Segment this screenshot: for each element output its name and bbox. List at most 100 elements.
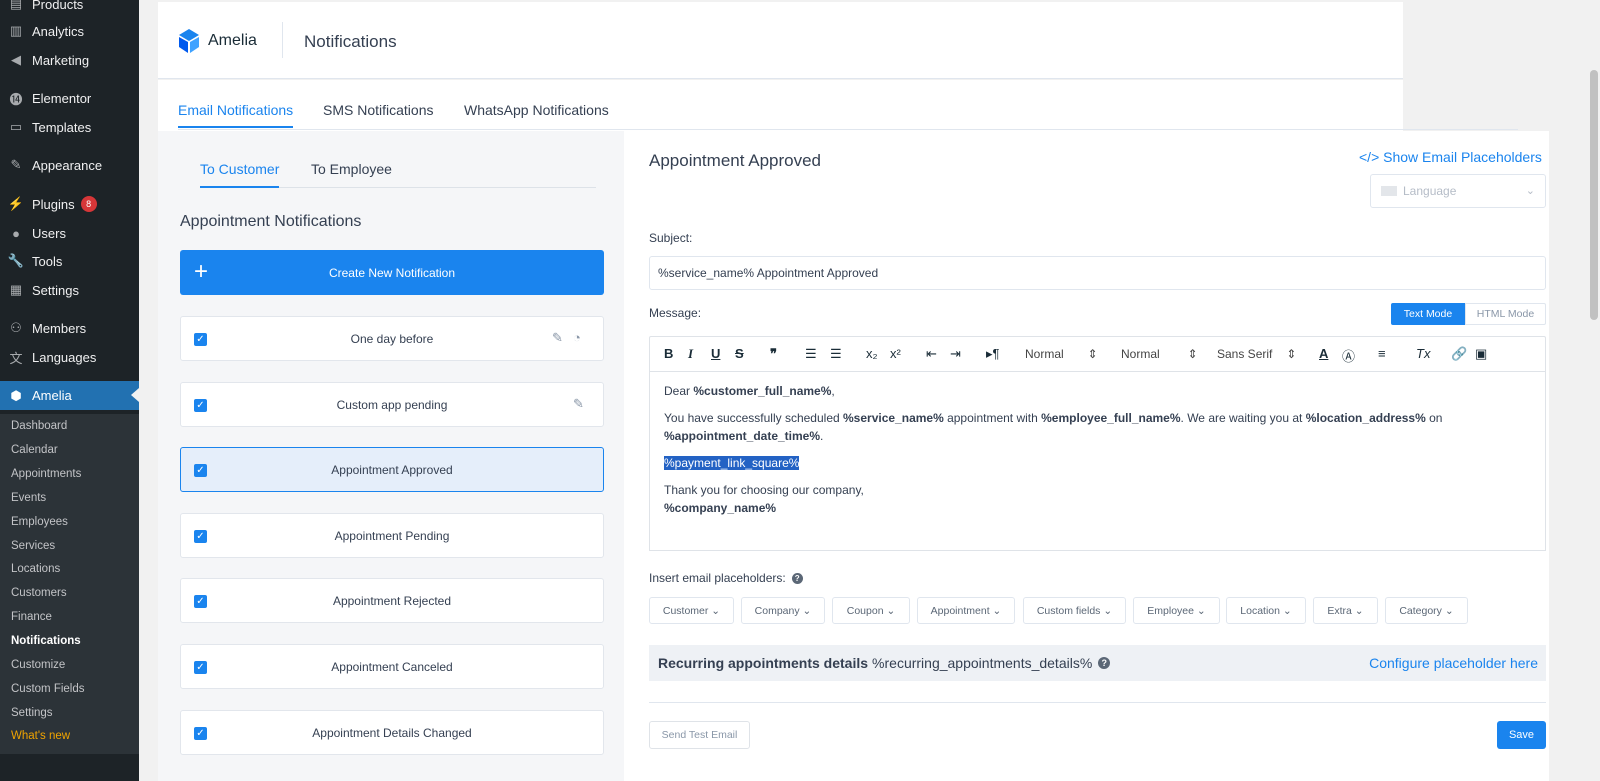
send-test-email-button[interactable]: Send Test Email [649,721,750,749]
html-mode-button[interactable]: HTML Mode [1465,303,1546,325]
submenu-services[interactable]: Services [11,540,55,552]
menu-amelia[interactable]: ⬢ Amelia [0,381,139,410]
submenu-custom-fields[interactable]: Custom Fields [11,683,85,695]
submenu-employees[interactable]: Employees [11,516,68,528]
menu-marketing[interactable]: ◀ Marketing [0,46,139,74]
notification-item[interactable]: ✓ Appointment Canceled [180,644,604,689]
notification-item[interactable]: ✓ Appointment Pending [180,513,604,558]
menu-tools[interactable]: 🔧 Tools [0,247,139,275]
submenu-locations[interactable]: Locations [11,563,60,575]
bullet-list-icon[interactable]: ☰ [830,346,842,362]
menu-elementor[interactable]: ⓮ Elementor [0,84,139,112]
products-icon: ▤ [9,0,23,11]
placeholder-dropdown-coupon[interactable]: Coupon ⌄ [832,597,910,624]
notification-item[interactable]: ✓ Custom app pending ✎ [180,382,604,427]
text-direction-icon[interactable]: ▸¶ [986,346,1000,362]
menu-analytics[interactable]: ▥ Analytics [0,17,139,45]
link-icon[interactable]: 🔗 [1451,346,1467,362]
italic-icon[interactable]: I [688,346,693,362]
clear-format-icon[interactable]: Tx [1416,346,1430,361]
submenu-finance[interactable]: Finance [11,611,52,623]
edit-icon[interactable]: ✎ [573,396,584,412]
font-select[interactable]: Sans Serif ⇕ [1217,347,1296,361]
tab-whatsapp-notifications[interactable]: WhatsApp Notifications [464,102,609,118]
bold-icon[interactable]: B [664,346,673,361]
enabled-checkbox[interactable]: ✓ [194,530,207,543]
blockquote-icon[interactable]: ❞ [770,346,777,362]
notification-item[interactable]: ✓ Appointment Approved [180,447,604,492]
message-editor[interactable]: Dear %customer_full_name%, You have succ… [649,371,1546,551]
submenu-customers[interactable]: Customers [11,587,67,599]
recipient-tabs: To Customer To Employee [200,161,596,188]
menu-settings[interactable]: ▦ Settings [0,276,139,304]
enabled-checkbox[interactable]: ✓ [194,464,207,477]
tab-to-customer[interactable]: To Customer [200,161,280,188]
enabled-checkbox[interactable]: ✓ [194,661,207,674]
tab-to-employee[interactable]: To Employee [311,161,392,177]
text-mode-button[interactable]: Text Mode [1391,303,1465,325]
placeholder-dropdown-customer[interactable]: Customer ⌄ [649,597,734,624]
placeholder-dropdown-custom-fields[interactable]: Custom fields ⌄ [1023,597,1126,624]
header-select[interactable]: Normal ⇕ [1121,347,1198,361]
help-icon[interactable]: ? [1098,657,1111,669]
menu-languages[interactable]: 文 Languages [0,343,139,371]
submenu-settings[interactable]: Settings [11,707,53,719]
submenu-events[interactable]: Events [11,492,46,504]
enabled-checkbox[interactable]: ✓ [194,595,207,608]
menu-appearance[interactable]: ✎ Appearance [0,151,139,179]
image-icon[interactable]: ▣ [1475,346,1487,362]
submenu-dashboard[interactable]: Dashboard [11,420,67,432]
subscript-icon[interactable]: x₂ [866,346,878,361]
text-color-icon[interactable]: A [1319,346,1328,361]
configure-placeholder-link[interactable]: Configure placeholder here [1369,655,1538,671]
superscript-icon[interactable]: x² [890,346,901,361]
help-icon[interactable]: ? [791,572,803,584]
create-notification-button[interactable]: + Create New Notification [180,250,604,295]
edit-icon[interactable]: ✎ [552,330,563,346]
submenu-customize[interactable]: Customize [11,659,65,671]
align-icon[interactable]: ≡ [1378,346,1386,361]
submenu-calendar[interactable]: Calendar [11,444,58,456]
amelia-header: Amelia Notifications [158,2,1403,79]
menu-products[interactable]: ▤ Products [0,0,139,18]
enabled-checkbox[interactable]: ✓ [194,727,207,740]
placeholder-dropdown-category[interactable]: Category ⌄ [1385,597,1468,624]
menu-templates[interactable]: ▭ Templates [0,113,139,141]
outdent-icon[interactable]: ⇤ [926,346,937,362]
show-placeholders-link[interactable]: </> Show Email Placeholders [1359,149,1542,165]
tab-email-notifications[interactable]: Email Notifications [178,102,294,128]
size-select[interactable]: Normal ⇕ [1025,347,1098,361]
save-button[interactable]: Save [1497,721,1546,749]
submenu-notifications[interactable]: Notifications [11,635,81,647]
ordered-list-icon[interactable]: ☰ [805,346,817,362]
placeholder-dropdown-employee[interactable]: Employee ⌄ [1133,597,1220,624]
tab-sms-notifications[interactable]: SMS Notifications [323,102,433,118]
strike-icon[interactable]: S [735,346,744,361]
enabled-checkbox[interactable]: ✓ [194,399,207,412]
subject-input[interactable]: %service_name% Appointment Approved [649,256,1546,290]
submenu-whats-new[interactable]: What's new [11,730,70,742]
language-select[interactable]: Language ⌄ [1370,174,1546,208]
background-color-icon[interactable]: Ⓐ [1342,346,1355,365]
page-scrollbar[interactable] [1587,0,1600,781]
enabled-checkbox[interactable]: ✓ [194,333,207,346]
brush-icon: ✎ [10,157,22,172]
placeholder-dropdown-company[interactable]: Company ⌄ [741,597,825,624]
placeholder-dropdown-location[interactable]: Location ⌄ [1226,597,1306,624]
scrollbar-thumb[interactable] [1590,70,1598,320]
menu-members[interactable]: ⚇ Members [0,314,139,342]
plug-icon: ⚡ [7,196,25,211]
notification-item[interactable]: ✓ One day before ✎ ◔ [180,316,604,361]
placeholder-dropdown-appointment[interactable]: Appointment ⌄ [917,597,1015,624]
menu-users[interactable]: ● Users [0,219,139,247]
notification-item[interactable]: ✓ Appointment Details Changed [180,710,604,755]
timer-icon[interactable]: ◔ [573,330,581,345]
notification-item[interactable]: ✓ Appointment Rejected [180,578,604,623]
amelia-logo-icon [179,29,199,53]
placeholder-dropdown-extra[interactable]: Extra ⌄ [1313,597,1378,624]
menu-plugins[interactable]: ⚡ Plugins 8 [0,190,139,218]
elementor-icon: ⓮ [9,91,23,107]
indent-icon[interactable]: ⇥ [950,346,961,362]
submenu-appointments[interactable]: Appointments [11,468,81,480]
underline-icon[interactable]: U [711,346,720,361]
